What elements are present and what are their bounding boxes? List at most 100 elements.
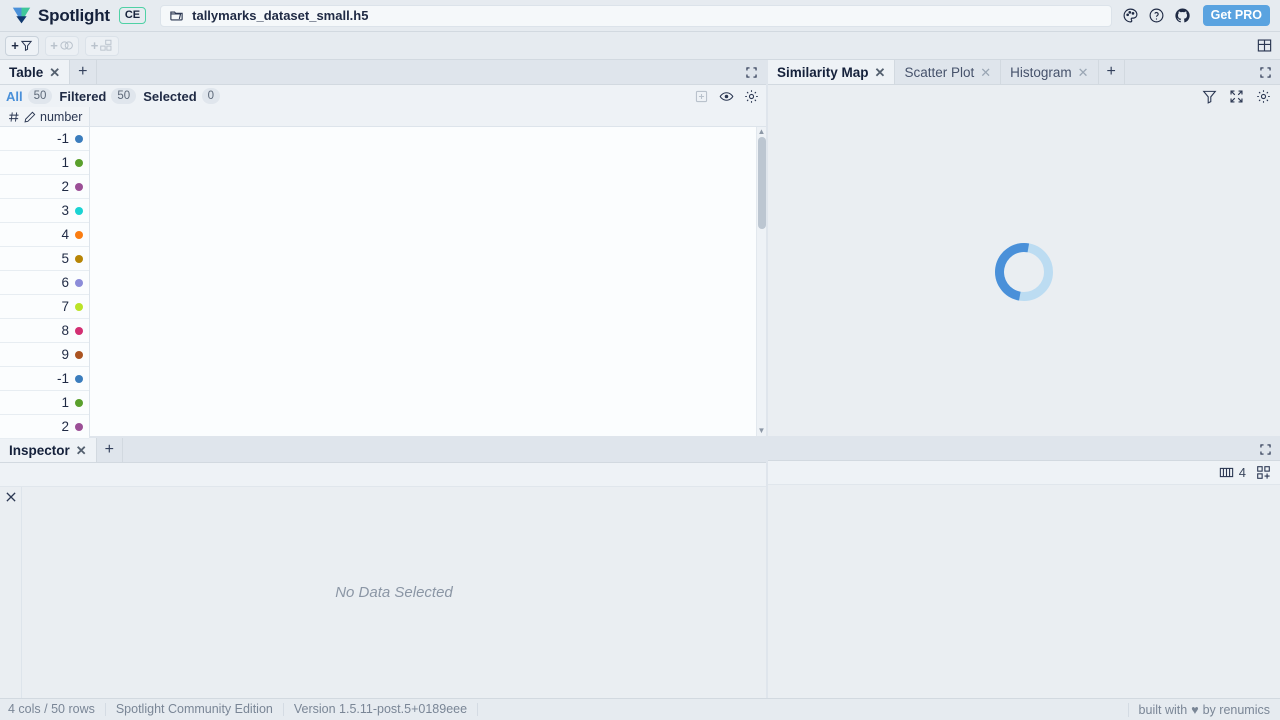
- loading-spinner-icon: [983, 231, 1065, 312]
- table-cell-value: -1: [56, 371, 69, 386]
- tab-table[interactable]: Table ✕: [0, 60, 71, 84]
- table-cell-value: 5: [61, 251, 69, 266]
- close-icon[interactable]: ✕: [875, 66, 886, 79]
- table-row[interactable]: 2: [0, 415, 89, 439]
- scrollbar-track[interactable]: [757, 137, 766, 426]
- credit-suffix: by renumics: [1202, 702, 1270, 717]
- layout-grid-icon[interactable]: [1253, 35, 1275, 57]
- no-data-message: No Data Selected: [335, 584, 453, 601]
- table-cell-value: 1: [61, 155, 69, 170]
- grid-cells-icon: [99, 39, 113, 52]
- spotlight-logo-icon: [12, 7, 31, 24]
- status-filtered[interactable]: Filtered 50: [59, 87, 137, 105]
- close-icon[interactable]: ✕: [76, 444, 87, 457]
- edition-badge: CE: [118, 6, 147, 25]
- status-bar: 4 cols / 50 rows Spotlight Community Edi…: [0, 698, 1280, 720]
- palette-icon[interactable]: [1122, 7, 1139, 24]
- file-path-bar[interactable]: tallymarks_dataset_small.h5: [160, 4, 1112, 27]
- inspector-tabstrip-filler: [123, 438, 766, 462]
- tab-similarity-map[interactable]: Similarity Map ✕: [768, 60, 896, 84]
- main-toolbar: + + +: [0, 32, 1280, 60]
- close-icon[interactable]: ✕: [980, 66, 991, 79]
- add-table-tab-button[interactable]: +: [70, 60, 97, 84]
- column-header-number[interactable]: number: [0, 107, 90, 126]
- filename-label: tallymarks_dataset_small.h5: [192, 8, 369, 23]
- inspector-columns-control[interactable]: 4: [1219, 465, 1246, 480]
- status-selected[interactable]: Selected 0: [143, 87, 221, 105]
- table-row[interactable]: -1: [0, 127, 89, 151]
- table-cell-value: 1: [61, 395, 69, 410]
- status-all-label: All: [6, 88, 23, 104]
- table-row[interactable]: 9: [0, 343, 89, 367]
- row-color-dot: [75, 302, 83, 311]
- table-row[interactable]: 1: [0, 151, 89, 175]
- title-bar: Spotlight CE tallymarks_dataset_small.h5: [0, 0, 1280, 32]
- add-column-icon[interactable]: [692, 87, 710, 105]
- row-color-dot: [75, 398, 83, 407]
- maximize-icon[interactable]: [1251, 438, 1280, 460]
- settings-gear-icon[interactable]: [1254, 87, 1272, 105]
- maximize-icon[interactable]: [1251, 60, 1280, 84]
- scrollbar-thumb[interactable]: [758, 137, 766, 229]
- row-color-dot: [75, 374, 83, 383]
- visibility-eye-icon[interactable]: [717, 87, 735, 105]
- help-circle-icon[interactable]: [1148, 7, 1165, 24]
- table-row[interactable]: -1: [0, 367, 89, 391]
- get-pro-button[interactable]: Get PRO: [1202, 5, 1270, 26]
- status-all[interactable]: All 50: [6, 87, 53, 105]
- right-tabstrip-filler: [1125, 60, 1251, 84]
- expand-arrows-icon[interactable]: [1227, 87, 1245, 105]
- column-header-label: number: [40, 109, 83, 124]
- table-cell-value: 4: [61, 227, 69, 242]
- table-row[interactable]: 6: [0, 271, 89, 295]
- table-row[interactable]: 1: [0, 391, 89, 415]
- close-icon[interactable]: [5, 491, 17, 698]
- github-icon[interactable]: [1174, 7, 1191, 24]
- settings-gear-icon[interactable]: [742, 87, 760, 105]
- grid-add-icon[interactable]: [1254, 464, 1272, 482]
- inspector-content: No Data Selected: [22, 487, 766, 698]
- table-row[interactable]: 2: [0, 175, 89, 199]
- venn-circles-icon: [59, 39, 74, 52]
- add-issues-button[interactable]: +: [85, 35, 119, 56]
- status-selected-label: Selected: [143, 88, 197, 104]
- close-icon[interactable]: ✕: [1078, 66, 1089, 79]
- add-filter-button[interactable]: +: [5, 35, 39, 56]
- add-right-tab-button[interactable]: +: [1099, 60, 1125, 84]
- scroll-up-arrow-icon[interactable]: ▲: [758, 127, 766, 137]
- tab-histogram-label: Histogram: [1010, 64, 1072, 80]
- tab-inspector[interactable]: Inspector ✕: [0, 438, 97, 462]
- add-issues-plus-label: +: [90, 38, 99, 53]
- close-icon[interactable]: ✕: [49, 66, 60, 79]
- right-column: Similarity Map ✕ Scatter Plot ✕ Histogra…: [768, 60, 1280, 698]
- table-row[interactable]: 7: [0, 295, 89, 319]
- row-color-dot: [75, 230, 83, 239]
- table-row[interactable]: 8: [0, 319, 89, 343]
- table-cell-value: 7: [61, 299, 69, 314]
- filter-funnel-icon[interactable]: [1200, 87, 1218, 105]
- table-panel: All 50 Filtered 50 Selected 0 number -1 …: [0, 85, 766, 439]
- table-rows-column: -1 1 2 3 4 5 6 7 8 9 -1 1 2: [0, 127, 90, 439]
- table-empty-area: [90, 127, 766, 436]
- tab-scatter-plot-label: Scatter Plot: [904, 64, 975, 80]
- similarity-map-canvas[interactable]: [768, 107, 1280, 436]
- spinner-arc: [983, 231, 1065, 312]
- status-edition: Spotlight Community Edition: [106, 703, 284, 716]
- folder-open-icon: [169, 8, 184, 23]
- table-row[interactable]: 5: [0, 247, 89, 271]
- table-column-header-row: number: [0, 107, 766, 127]
- maximize-icon[interactable]: [737, 60, 766, 84]
- titlebar-actions: Get PRO: [1122, 5, 1274, 26]
- add-inspector-tab-button[interactable]: +: [97, 438, 124, 462]
- table-vertical-scrollbar[interactable]: ▲ ▼: [756, 127, 766, 436]
- tab-scatter-plot[interactable]: Scatter Plot ✕: [895, 60, 1002, 84]
- table-cell-value: 3: [61, 203, 69, 218]
- inspector-right-toolbar: 4: [768, 461, 1280, 485]
- add-group-button[interactable]: +: [45, 35, 79, 56]
- table-row[interactable]: 3: [0, 199, 89, 223]
- table-row[interactable]: 4: [0, 223, 89, 247]
- tab-histogram[interactable]: Histogram ✕: [1001, 60, 1099, 84]
- left-column: Table ✕ + All 50 Filtered 50 Selected 0 …: [0, 60, 768, 698]
- scroll-down-arrow-icon[interactable]: ▼: [758, 426, 766, 436]
- status-all-count: 50: [27, 87, 53, 105]
